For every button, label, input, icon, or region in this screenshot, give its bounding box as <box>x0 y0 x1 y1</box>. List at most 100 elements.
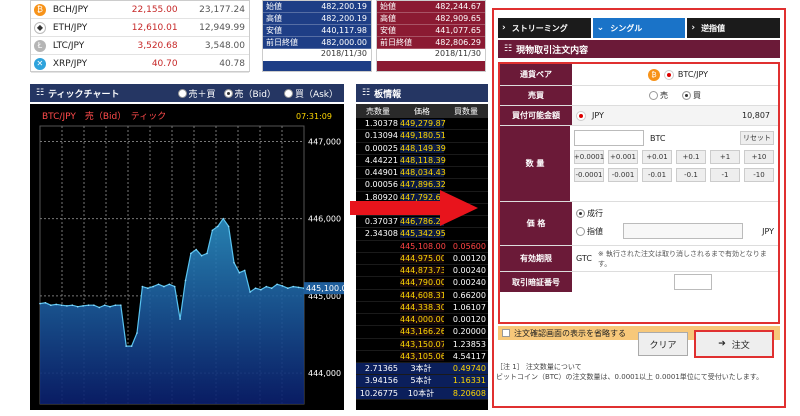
order-book: 売数量 価格 買数量 1.30378 449,279.87 0.13094 449,1… <box>356 104 488 410</box>
limit-price-input[interactable] <box>623 223 743 239</box>
side-label: 売買 <box>500 86 572 105</box>
price-point <box>157 283 160 286</box>
qty-plus-button[interactable]: +0.1 <box>676 150 706 164</box>
side-row: 売買 売 買 <box>500 86 778 106</box>
book-buy-row[interactable]: 444,338.30 1.06107 <box>356 302 488 314</box>
book-sell-row[interactable]: 0.00025 448,149.39 <box>356 143 488 155</box>
sell-price: 448,149.39 <box>400 143 446 153</box>
book-sell-row[interactable]: 2.34308 445,342.95 <box>356 228 488 241</box>
order-note: ［注 1］ 注文数量について ビットコイン（BTC）の注文数量は、0.0001以… <box>496 363 764 381</box>
order-book-columns: 売数量 価格 買数量 <box>356 104 488 118</box>
sell-price: 448,034.43 <box>400 168 446 178</box>
price-point <box>179 318 181 320</box>
reset-button[interactable]: リセット <box>740 131 774 145</box>
qty-plus-button[interactable]: +0.0001 <box>574 150 604 164</box>
pin-input[interactable] <box>674 274 712 290</box>
sell-qty-header: 売数量 <box>366 106 390 116</box>
clear-button[interactable]: クリア <box>638 332 688 356</box>
rate-row[interactable]: ◆ ETH/JPY 12,610.01 12,949.99 <box>31 19 249 37</box>
book-sell-row[interactable]: 4.44221 448,118.39 <box>356 155 488 167</box>
expiry-row: 有効期限 GTC ※ 執行された注文は取り消しされるまで有効となります。 <box>500 246 778 272</box>
order-book-rows: 1.30378 449,279.87 0.13094 449,180.51 0.0002… <box>356 118 488 400</box>
qty-minus-button[interactable]: -10 <box>744 168 774 182</box>
total-buy: 1.16331 <box>452 376 486 386</box>
stats-label: 高値 <box>380 14 396 23</box>
book-buy-row[interactable]: 443,150.07 1.23853 <box>356 339 488 351</box>
radio-bid[interactable]: 売（Bid） <box>223 87 276 100</box>
order-tabs: › ストリーミング ⌄ シングル › 逆指値 <box>498 18 781 38</box>
available-label: 買付可能金額 <box>500 106 572 125</box>
radio-limit[interactable]: 指値 <box>576 226 603 237</box>
tab-single[interactable]: ⌄ シングル <box>592 18 686 38</box>
price-point <box>276 283 278 286</box>
radio-dot-icon <box>223 88 233 98</box>
price-point <box>297 286 300 289</box>
qty-minus-button[interactable]: -0.01 <box>642 168 672 182</box>
book-buy-row[interactable]: 444,873.73 0.00240 <box>356 265 488 278</box>
qty-plus-button[interactable]: +1 <box>710 150 740 164</box>
buy-price: 444,790.00 <box>400 278 446 288</box>
rate-pair: LTC/JPY <box>52 40 85 51</box>
book-sell-row[interactable]: 1.30378 449,279.87 <box>356 118 488 131</box>
chevron-right-icon: › <box>502 23 506 33</box>
book-sell-row[interactable]: 0.13094 449,180.51 <box>356 130 488 143</box>
sell-price: 447,896.32 <box>400 180 446 190</box>
price-row: 価 格 成行 指値 JPY <box>500 202 778 246</box>
rate-pair: ETH/JPY <box>52 22 88 33</box>
book-mid-row[interactable]: 445,108.00 0.05600 <box>356 241 488 253</box>
price-point <box>270 287 273 289</box>
buy-qty: 4.54117 <box>444 351 488 361</box>
mid-qty: 0.05600 <box>452 241 486 251</box>
book-buy-row[interactable]: 444,975.00 0.00120 <box>356 253 488 265</box>
book-buy-row[interactable]: 443,166.26 0.20000 <box>356 326 488 339</box>
price-point <box>60 304 63 306</box>
tab-streaming[interactable]: › ストリーミング <box>498 18 591 38</box>
minus-buttons: -0.0001 -0.001 -0.01 -0.1 -1 -10 <box>574 168 774 182</box>
book-buy-row[interactable]: 444,000.00 0.00120 <box>356 314 488 327</box>
stats-value: 482,200.19 <box>321 14 367 23</box>
bch-icon: ₿ <box>33 3 46 16</box>
qty-minus-button[interactable]: -0.1 <box>676 168 706 182</box>
buy-qty-header: 買数量 <box>454 106 478 116</box>
book-buy-row[interactable]: 444,790.00 0.00240 <box>356 277 488 290</box>
submit-order-button[interactable]: ➔ 注文 <box>694 330 774 358</box>
book-buy-row[interactable]: 443,105.06 4.54117 <box>356 351 488 363</box>
rate-row[interactable]: ₿ BCH/JPY 22,155.00 23,177.24 <box>31 1 249 19</box>
qty-minus-button[interactable]: -1 <box>710 168 740 182</box>
qty-minus-button[interactable]: -0.001 <box>608 168 638 182</box>
stats-row: 高値 482,200.19 <box>263 13 371 25</box>
price-point <box>130 345 133 347</box>
rate-icon-cell: ₿ <box>31 3 49 16</box>
ask-stats-box: 始値 482,244.67 高値 482,909.65 安値 441,077.65 前日終値… <box>376 0 486 72</box>
book-buy-row[interactable]: 444,608.31 0.66200 <box>356 290 488 302</box>
eth-icon: ◆ <box>33 21 46 34</box>
radio-bid-ask[interactable]: 売＋買 <box>177 87 216 100</box>
radio-market[interactable]: 成行 <box>576 208 603 219</box>
rate-row[interactable]: ✕ XRP/JPY 40.70 40.78 <box>31 55 249 73</box>
order-book-title: 板情報 <box>374 89 402 100</box>
radio-buy[interactable]: 買 <box>682 90 701 101</box>
chart-title: BTC/JPY 売（Bid） ティック <box>42 110 166 122</box>
price-point <box>168 283 171 286</box>
y-tick-label: 447,000 <box>308 137 341 146</box>
qty-plus-button[interactable]: +10 <box>744 150 774 164</box>
price-point <box>66 305 68 307</box>
total-label: 10本計 <box>407 388 435 398</box>
qty-plus-button[interactable]: +0.001 <box>608 150 638 164</box>
stats-row: 始値 482,200.19 <box>263 1 371 13</box>
radio-sell[interactable]: 売 <box>649 90 668 101</box>
book-sell-row[interactable]: 0.44901 448,034.43 <box>356 167 488 180</box>
qty-plus-button[interactable]: +0.01 <box>642 150 672 164</box>
sell-qty: 0.13094 <box>356 131 400 141</box>
qty-minus-button[interactable]: -0.0001 <box>574 168 604 182</box>
price-point <box>50 304 52 306</box>
price-point <box>98 306 101 309</box>
tab-stop-order[interactable]: › 逆指値 <box>687 18 781 38</box>
skip-confirm-checkbox[interactable] <box>502 329 510 337</box>
radio-ask[interactable]: 買（Ask） <box>283 87 338 100</box>
order-panel: › ストリーミング ⌄ シングル › 逆指値 ☷ 現物取引注文内容 通貨ペア ₿ BT… <box>492 8 786 408</box>
quantity-input[interactable] <box>574 130 644 146</box>
buy-qty: 0.00240 <box>444 266 488 276</box>
price-point <box>120 304 122 306</box>
rate-row[interactable]: Ł LTC/JPY 3,520.68 3,548.00 <box>31 37 249 55</box>
